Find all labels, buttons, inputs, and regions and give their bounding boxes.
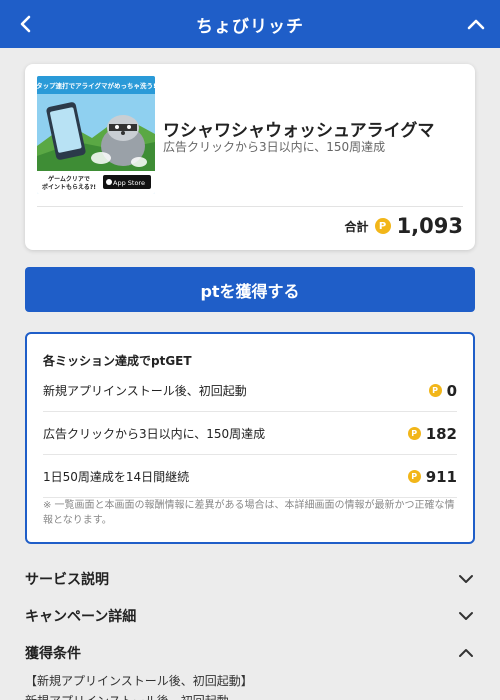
app-description: 広告クリックから3日以内に、150周達成 [163, 140, 386, 154]
missions-panel: 各ミッション達成でptGET 新規アプリインストール後、初回起動 P 0 広告ク… [25, 332, 475, 544]
section-label: サービス説明 [25, 572, 109, 588]
total-value: 1,093 [396, 214, 463, 238]
chevron-down-icon [457, 607, 475, 625]
mission-points: P 182 [407, 424, 457, 443]
mission-name: 新規アプリインストール後、初回起動 [43, 384, 247, 398]
chevron-up-icon [467, 19, 485, 30]
point-coin-icon: P [428, 384, 442, 397]
chevron-left-icon [20, 15, 31, 33]
section-acquisition-conditions[interactable]: 獲得条件 [25, 639, 475, 667]
missions-heading: 各ミッション達成でptGET [43, 354, 192, 368]
back-button[interactable] [14, 12, 38, 36]
point-coin-icon: P [407, 427, 421, 440]
chevron-up-icon [457, 644, 475, 662]
chevron-down-icon [457, 570, 475, 588]
mission-points: P 0 [428, 381, 457, 400]
mission-points: P 911 [407, 467, 457, 486]
mission-name: 広告クリックから3日以内に、150周達成 [43, 427, 266, 441]
mission-row: 1日50周達成を14日間継続 P 911 [43, 456, 457, 498]
mission-name: 1日50周達成を14日間継続 [43, 470, 190, 484]
banner-top-text: タップ連打でアライグマがめっちゃ洗う! [37, 81, 155, 90]
svg-text:ゲームクリアで: ゲームクリアで [48, 175, 90, 183]
mission-points-value: 182 [425, 424, 457, 443]
collapse-button[interactable] [464, 12, 488, 36]
mission-row: 広告クリックから3日以内に、150周達成 P 182 [43, 413, 457, 455]
mission-row: 新規アプリインストール後、初回起動 P 0 [43, 370, 457, 412]
app-store-badge: App Store [113, 179, 145, 187]
mission-points-value: 0 [446, 381, 457, 400]
point-coin-icon: P [407, 470, 421, 483]
condition-heading: 【新規アプリインストール後、初回起動】 [25, 674, 253, 688]
reward-note: ※ 一覧画面と本画面の報酬情報に差異がある場合は、本詳細画面の情報が最新かつ正確… [43, 500, 455, 526]
point-coin-icon: P [374, 218, 391, 234]
section-campaign-details[interactable]: キャンペーン詳細 [25, 602, 475, 630]
offer-banner-image[interactable]: タップ連打でアライグマがめっちゃ洗う! ゲームクリアで ポイントもらえる?! A… [37, 76, 155, 194]
section-label: キャンペーン詳細 [25, 609, 137, 625]
total-label: 合計 [344, 219, 369, 234]
offer-card: タップ連打でアライグマがめっちゃ洗う! ゲームクリアで ポイントもらえる?! A… [25, 64, 475, 250]
section-label: 獲得条件 [25, 646, 81, 662]
get-points-button[interactable]: ptを獲得する [25, 267, 475, 312]
total-points: 合計 P 1,093 [345, 214, 463, 238]
section-service-description[interactable]: サービス説明 [25, 565, 475, 593]
svg-text:ポイントもらえる?!: ポイントもらえる?! [42, 183, 96, 191]
page-title: ちょびリッチ [196, 16, 304, 37]
divider [37, 206, 463, 207]
mission-points-value: 911 [425, 467, 457, 486]
app-header: ちょびリッチ [0, 0, 500, 48]
condition-text: 新規アプリインストール後、初回起動 [25, 692, 229, 700]
